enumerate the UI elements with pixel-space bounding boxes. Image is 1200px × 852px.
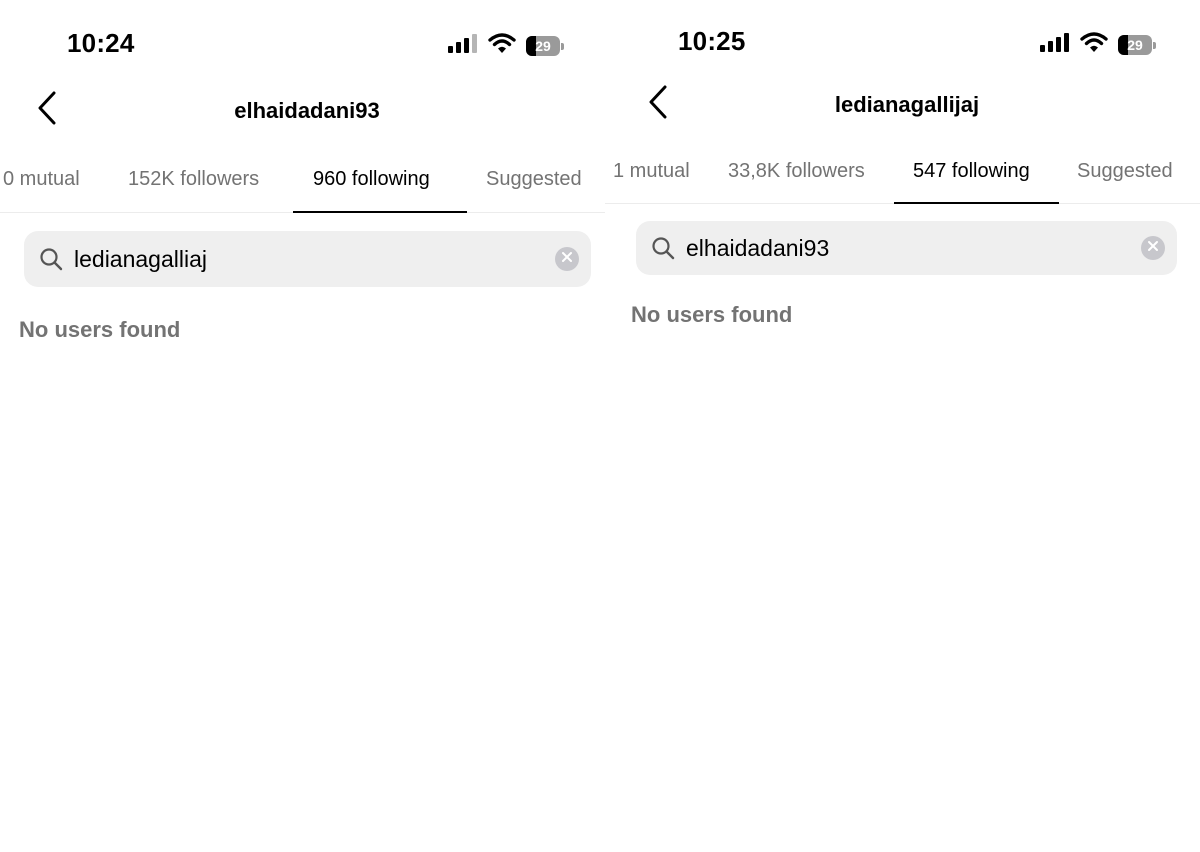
page-title: elhaidadani93	[234, 98, 380, 123]
page-title: ledianagallijaj	[834, 92, 980, 117]
battery-icon: 29	[1118, 34, 1156, 55]
chevron-left-icon	[648, 85, 668, 124]
active-tab-indicator	[293, 211, 467, 213]
cellular-signal-icon	[448, 33, 478, 58]
tab-following[interactable]: 960 following	[313, 168, 430, 191]
status-time: 10:24	[67, 28, 135, 58]
no-results-message: No users found	[19, 317, 181, 342]
search-icon	[38, 246, 64, 272]
cellular-signal-icon	[1040, 32, 1070, 57]
wifi-icon	[488, 32, 516, 59]
tab-suggested[interactable]: Suggested	[486, 168, 582, 191]
active-tab-indicator	[894, 202, 1059, 204]
status-time: 10:25	[678, 26, 746, 56]
back-button[interactable]	[30, 90, 64, 130]
tab-mutual[interactable]: 1 mutual	[613, 160, 690, 183]
search-input[interactable]	[64, 245, 555, 273]
search-input[interactable]	[676, 234, 1141, 262]
screenshot-left: 10:24 29 elhaidadani93 0 mutual 152K fol…	[0, 0, 605, 852]
search-bar	[24, 231, 591, 287]
tab-followers[interactable]: 33,8K followers	[728, 160, 865, 183]
clear-search-button[interactable]	[1141, 236, 1165, 260]
status-icons: 29	[448, 32, 564, 59]
clear-circle-icon	[561, 250, 573, 268]
search-bar	[636, 221, 1177, 275]
tab-mutual[interactable]: 0 mutual	[3, 168, 80, 191]
tab-followers[interactable]: 152K followers	[128, 168, 259, 191]
tab-following[interactable]: 547 following	[913, 160, 1030, 183]
chevron-left-icon	[37, 91, 57, 130]
clear-search-button[interactable]	[555, 247, 579, 271]
battery-percent: 29	[1127, 36, 1143, 53]
back-button[interactable]	[641, 84, 675, 124]
battery-percent: 29	[535, 37, 551, 54]
clear-circle-icon	[1147, 239, 1159, 257]
screenshot-right: 10:25 29 ledianagallijaj 1 mutual 33,8K …	[605, 0, 1200, 852]
no-results-message: No users found	[631, 302, 793, 327]
status-icons: 29	[1040, 31, 1156, 58]
battery-icon: 29	[526, 35, 564, 56]
tab-suggested[interactable]: Suggested	[1077, 160, 1173, 183]
search-icon	[650, 235, 676, 261]
wifi-icon	[1080, 31, 1108, 58]
